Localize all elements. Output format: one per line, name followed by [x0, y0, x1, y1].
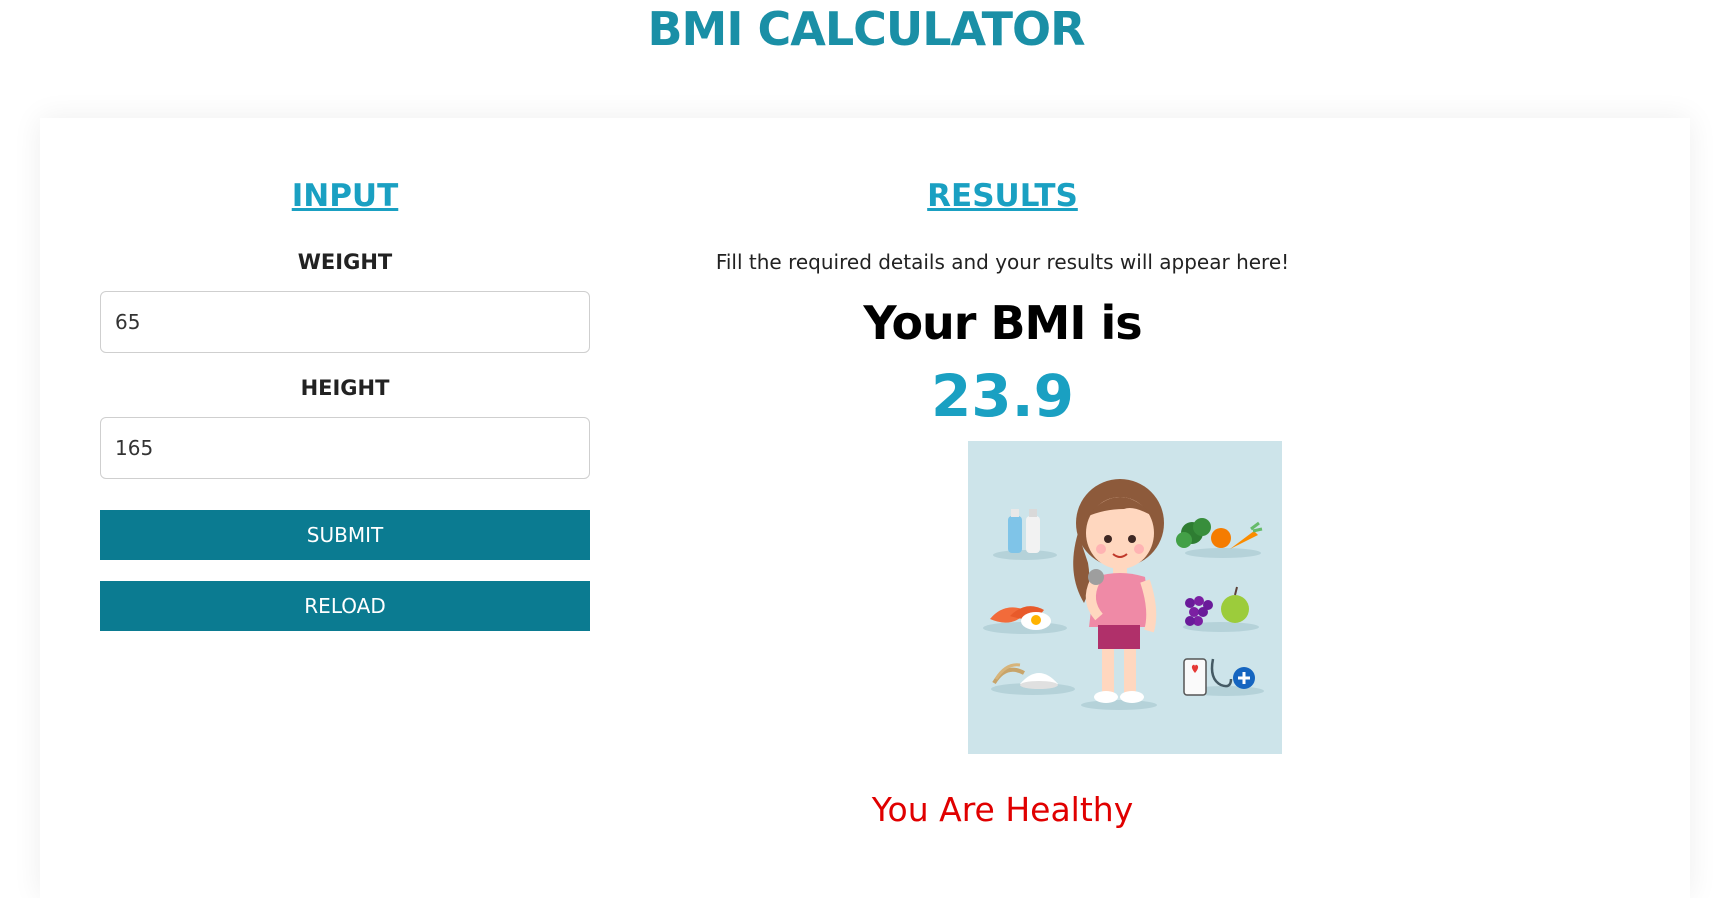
height-label: HEIGHT — [300, 376, 390, 400]
medical-check-icon — [1183, 658, 1264, 696]
water-bottles-icon — [993, 509, 1057, 560]
fruits-icon — [1183, 586, 1259, 632]
bmi-value: 23.9 — [930, 362, 1075, 430]
calculator-card: INPUT WEIGHT HEIGHT SUBMIT RELOAD RESULT… — [40, 118, 1690, 898]
bmi-label: Your BMI is — [863, 296, 1142, 350]
input-heading: INPUT — [291, 178, 399, 214]
vegetables-icon — [1176, 518, 1263, 558]
reload-button[interactable]: RELOAD — [100, 581, 590, 631]
weight-input[interactable] — [100, 291, 590, 353]
healthy-girl-illustration — [968, 441, 1282, 754]
submit-button[interactable]: SUBMIT — [100, 510, 590, 560]
girl-figure-icon — [1073, 479, 1164, 710]
bmi-status: You Are Healthy — [871, 790, 1134, 829]
weight-label: WEIGHT — [297, 250, 393, 274]
grains-bowl-icon — [991, 663, 1075, 695]
results-heading: RESULTS — [927, 178, 1078, 214]
results-hint: Fill the required details and your resul… — [715, 250, 1290, 274]
height-input[interactable] — [100, 417, 590, 479]
salmon-egg-icon — [983, 606, 1067, 634]
page-title: BMI CALCULATOR — [647, 2, 1086, 56]
